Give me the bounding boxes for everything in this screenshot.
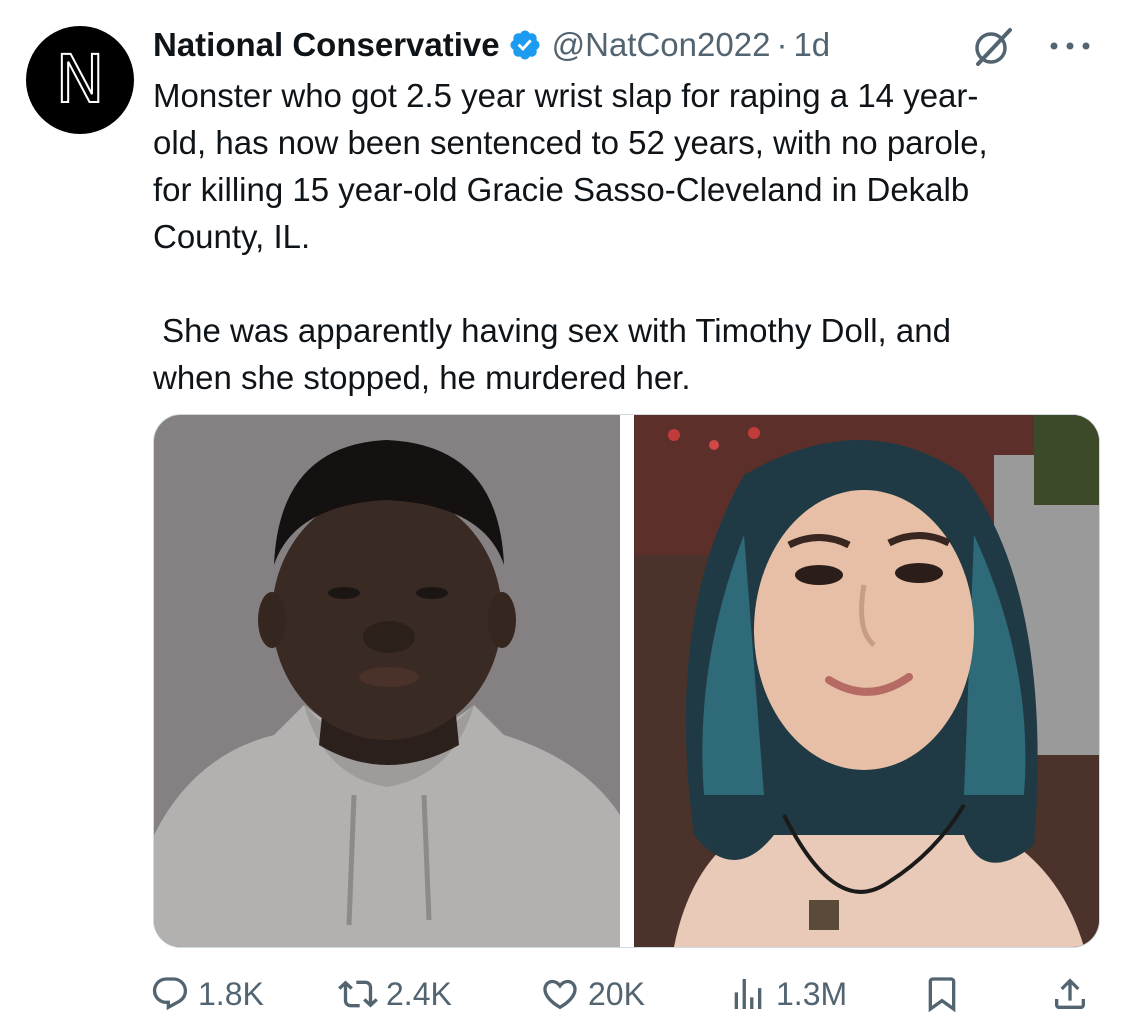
views-count: 1.3M xyxy=(776,975,848,1012)
bookmark-button[interactable] xyxy=(922,968,970,1020)
photo-portrait[interactable] xyxy=(634,415,1099,947)
views-icon xyxy=(734,979,762,1009)
grok-icon[interactable] xyxy=(970,24,1016,70)
share-button[interactable] xyxy=(1050,968,1098,1020)
photo-mugshot[interactable] xyxy=(154,415,620,947)
tweet-media[interactable] xyxy=(153,414,1100,948)
separator-dot: · xyxy=(776,26,788,63)
reply-icon xyxy=(152,977,188,1011)
action-bar: 1.8K 2.4K 20K 1.3M xyxy=(150,968,1100,1020)
tweet-text: Monster who got 2.5 year wrist slap for … xyxy=(153,77,988,396)
views-button[interactable]: 1.3M xyxy=(728,968,847,1020)
handle[interactable]: @NatCon2022 xyxy=(552,26,771,64)
share-icon xyxy=(1055,978,1085,1009)
like-count: 20K xyxy=(588,975,645,1012)
repost-button[interactable]: 2.4K xyxy=(338,968,452,1020)
tweet-header: National Conservative @NatCon2022 · 1d xyxy=(153,20,1103,70)
display-name[interactable]: National Conservative xyxy=(153,26,500,64)
more-icon[interactable] xyxy=(1046,28,1094,64)
reply-count: 1.8K xyxy=(198,975,264,1012)
bookmark-icon xyxy=(928,977,956,1013)
like-button[interactable]: 20K xyxy=(540,968,645,1020)
like-icon xyxy=(543,979,577,1010)
repost-count: 2.4K xyxy=(386,975,452,1012)
avatar[interactable]: N xyxy=(26,26,134,134)
verified-badge-icon xyxy=(508,28,542,62)
avatar-logo-letter: N xyxy=(54,41,105,118)
timestamp[interactable]: 1d xyxy=(793,26,830,64)
repost-icon xyxy=(338,980,378,1008)
reply-button[interactable]: 1.8K xyxy=(150,968,264,1020)
